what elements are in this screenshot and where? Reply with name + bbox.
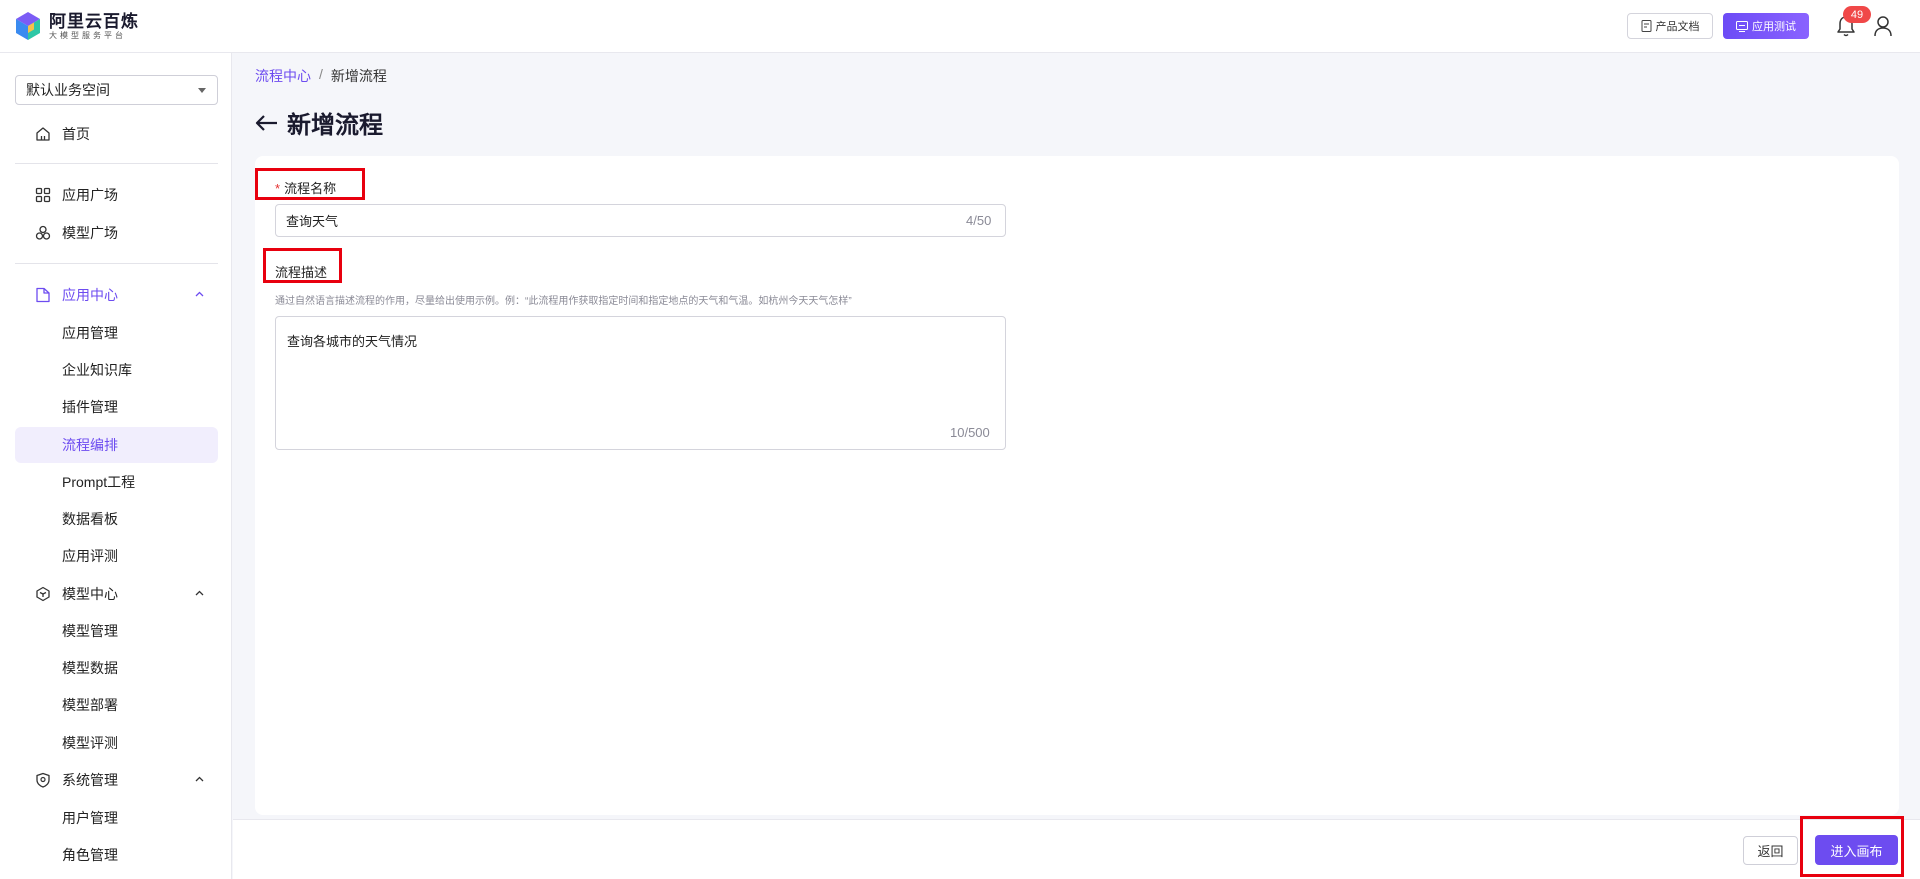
flow-desc-value: 查询各城市的天气情况 [287, 334, 418, 349]
sidebar-item-label: 角色管理 [62, 847, 118, 863]
breadcrumb-parent-link[interactable]: 流程中心 [255, 66, 311, 86]
sidebar-item-model-data[interactable]: 模型数据 [15, 650, 218, 686]
sidebar-item-model-deployment[interactable]: 模型部署 [15, 687, 218, 723]
sidebar-item-user-management[interactable]: 用户管理 [15, 800, 218, 836]
back-button-label: 返回 [1757, 844, 1784, 859]
sidebar-item-label: 模型广场 [62, 225, 118, 241]
folder-file-icon [36, 287, 50, 303]
sidebar-group-label: 模型中心 [62, 586, 118, 602]
flow-name-input[interactable]: 查询天气 [275, 204, 1006, 237]
notification-badge: 49 [1843, 6, 1871, 23]
model-cube-icon [36, 586, 50, 602]
sidebar-item-label: 应用管理 [62, 325, 118, 341]
sidebar-item-knowledge-base[interactable]: 企业知识库 [15, 352, 218, 388]
top-bar: 阿里云百炼 大模型服务平台 产品文档 应用测试 49 [0, 0, 1920, 53]
grid-icon [35, 187, 51, 203]
user-icon[interactable] [1873, 15, 1893, 37]
app-test-label: 应用测试 [1752, 21, 1796, 33]
form-card [255, 156, 1899, 815]
product-docs-label: 产品文档 [1655, 21, 1700, 33]
sidebar-item-plugin-management[interactable]: 插件管理 [15, 389, 218, 425]
sidebar-item-role-management[interactable]: 角色管理 [15, 837, 218, 873]
breadcrumb-current: 新增流程 [330, 68, 387, 84]
logo-cube-icon [16, 12, 40, 40]
sidebar-item-label: 插件管理 [62, 399, 118, 415]
flow-desc-label: 流程描述 [275, 265, 328, 280]
sidebar-item-model-management[interactable]: 模型管理 [15, 613, 218, 649]
required-mark: * [275, 181, 281, 196]
sidebar-item-prompt-engineering[interactable]: Prompt工程 [15, 464, 218, 500]
chevron-up-icon [195, 776, 204, 782]
sidebar-item-label: 企业知识库 [62, 362, 132, 378]
sidebar-item-label: 首页 [62, 126, 90, 142]
shield-icon [36, 772, 50, 788]
workspace-select[interactable]: 默认业务空间 [15, 75, 218, 105]
sidebar-item-label: 用户管理 [62, 810, 118, 826]
document-icon [1641, 20, 1651, 32]
caret-down-icon [198, 88, 206, 93]
monitor-icon [1736, 20, 1748, 32]
product-docs-button[interactable]: 产品文档 [1627, 13, 1713, 39]
logo-title: 阿里云百炼 [49, 11, 139, 31]
sidebar-item-label: 模型部署 [62, 697, 118, 713]
sidebar-item-app-square[interactable]: 应用广场 [15, 177, 218, 213]
flow-desc-counter: 10/500 [950, 425, 990, 440]
back-button[interactable]: 返回 [1743, 836, 1798, 865]
page-title: 新增流程 [255, 105, 383, 140]
sidebar: 默认业务空间 首页 应用广场 模型广场 应用中心 应用管理 企业知识库 插件管理… [0, 53, 232, 879]
chevron-up-icon [195, 590, 204, 596]
footer-bar [233, 819, 1920, 879]
sidebar-item-label: 应用广场 [62, 187, 118, 203]
sidebar-group-label: 系统管理 [62, 772, 118, 788]
sidebar-item-flow-orchestration[interactable]: 流程编排 [15, 427, 218, 463]
logo-subtitle: 大模型服务平台 [49, 30, 126, 40]
sidebar-item-label: 模型数据 [62, 660, 118, 676]
flow-name-counter: 4/50 [966, 213, 992, 228]
workspace-value: 默认业务空间 [26, 82, 110, 98]
sidebar-group-app-center[interactable]: 应用中心 [15, 277, 218, 313]
sidebar-item-label: 流程编排 [62, 437, 118, 453]
sidebar-item-label: 应用评测 [62, 548, 118, 564]
sidebar-item-model-square[interactable]: 模型广场 [15, 215, 218, 251]
sidebar-item-home[interactable]: 首页 [15, 116, 218, 152]
page-title-text: 新增流程 [287, 112, 383, 139]
flow-desc-textarea[interactable]: 查询各城市的天气情况 [275, 316, 1006, 450]
sidebar-item-app-evaluation[interactable]: 应用评测 [15, 538, 218, 574]
sidebar-item-label: Prompt工程 [62, 474, 136, 490]
flow-name-value: 查询天气 [286, 214, 339, 229]
back-arrow-icon[interactable] [255, 114, 279, 132]
breadcrumb-separator: / [319, 66, 323, 82]
sidebar-item-label: 模型管理 [62, 623, 118, 639]
sidebar-item-model-evaluation[interactable]: 模型评测 [15, 725, 218, 761]
sidebar-group-system[interactable]: 系统管理 [15, 762, 218, 798]
app-test-button[interactable]: 应用测试 [1723, 13, 1809, 39]
sidebar-group-label: 应用中心 [62, 287, 118, 303]
sidebar-item-label: 数据看板 [62, 511, 118, 527]
highlight-box [1800, 816, 1904, 877]
sidebar-item-app-management[interactable]: 应用管理 [15, 315, 218, 351]
sidebar-item-data-dashboard[interactable]: 数据看板 [15, 501, 218, 537]
flow-name-label: * 流程名称 [275, 178, 336, 197]
sidebar-divider [15, 163, 218, 164]
sidebar-group-model-center[interactable]: 模型中心 [15, 576, 218, 612]
home-icon [36, 127, 50, 141]
breadcrumb: 流程中心 / 新增流程 [255, 66, 387, 86]
cubes-icon [35, 225, 51, 240]
flow-desc-hint: 通过自然语言描述流程的作用，尽量给出使用示例。例：“此流程用作获取指定时间和指定… [275, 296, 852, 307]
logo[interactable]: 阿里云百炼 大模型服务平台 [14, 11, 139, 41]
chevron-up-icon [195, 291, 204, 297]
sidebar-divider [15, 263, 218, 264]
flow-name-label-text: 流程名称 [284, 181, 337, 196]
sidebar-item-label: 模型评测 [62, 735, 118, 751]
